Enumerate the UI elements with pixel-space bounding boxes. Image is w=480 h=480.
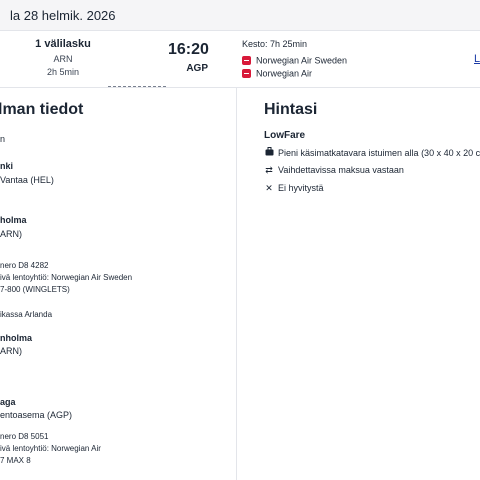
arrival-airport-name: ARN) xyxy=(0,229,22,239)
flight-number: nero D8 4282 xyxy=(0,261,49,270)
departure-airport: Vantaa (HEL) xyxy=(0,175,54,185)
stop-airport: ARN xyxy=(53,54,73,64)
bag-icon xyxy=(264,147,274,158)
section-title: lman tiedot xyxy=(0,101,84,118)
exchange-icon: ⇄ xyxy=(265,165,273,175)
flight-date: la 28 helmik. 2026 xyxy=(10,8,116,23)
layover-location: ikassa Arlanda xyxy=(0,310,53,319)
flight-duration: Kesto: 7h 25min xyxy=(242,39,308,49)
aircraft-type: 7-800 (WINGLETS) xyxy=(0,285,70,294)
airline-name: Norwegian Air Sweden xyxy=(256,55,348,66)
flight-number: nero D8 5051 xyxy=(0,432,49,441)
departure-airport: ARN) xyxy=(0,346,22,356)
departure-city: nholma xyxy=(0,333,33,343)
aircraft-type: 7 MAX 8 xyxy=(0,456,31,465)
arrival-airport-name: entoasema (AGP) xyxy=(0,410,73,420)
arrival-city: holma xyxy=(0,215,27,225)
route-line xyxy=(108,86,166,87)
flight-summary: 1 välilasku ARN 2h 5min 16:20 AGP Kesto:… xyxy=(0,31,480,88)
x-icon: ✕ xyxy=(265,183,273,193)
feature-text: Vaihdettavissa maksua vastaan xyxy=(278,165,404,175)
pricing-title: Hintasi xyxy=(264,101,318,118)
norwegian-logo-icon xyxy=(242,69,251,79)
airline-name: Norwegian Air xyxy=(256,68,313,79)
fare-feature: ⇄ Vaihdettavissa maksua vastaan xyxy=(264,165,404,176)
feature-text: Ei hyvitystä xyxy=(278,183,324,193)
fare-feature: ✕ Ei hyvitystä xyxy=(264,183,324,194)
operating-airline: ivä lentoyhtiö: Norwegian Air xyxy=(0,444,101,453)
arrival-info: 16:20 AGP xyxy=(168,41,209,74)
departure-city: nki xyxy=(0,161,14,171)
details-link[interactable]: L xyxy=(474,53,480,65)
airline-row: Norwegian Air xyxy=(242,68,312,79)
feature-text: Pieni käsimatkatavara istuimen alla (30 … xyxy=(278,148,480,158)
airline-row: Norwegian Air Sweden xyxy=(242,55,347,66)
arrival-time: 16:20 xyxy=(168,41,209,58)
arrival-airport: AGP xyxy=(186,63,208,74)
fare-name: LowFare xyxy=(264,130,306,141)
arrival-city: aga xyxy=(0,397,16,407)
stops-count: 1 välilasku xyxy=(35,38,91,50)
operating-airline: ivä lentoyhtiö: Norwegian Air Sweden xyxy=(0,273,133,282)
fare-feature: Pieni käsimatkatavara istuimen alla (30 … xyxy=(264,147,480,158)
norwegian-logo-icon xyxy=(242,56,251,66)
date-header: la 28 helmik. 2026 xyxy=(0,0,480,31)
layover-duration: 2h 5min xyxy=(46,67,80,77)
detail-text: n xyxy=(0,134,6,144)
pricing-panel: Hintasi LowFare Pieni käsimatkatavara is… xyxy=(237,88,480,480)
stops-info: 1 välilasku ARN 2h 5min xyxy=(27,38,99,77)
flight-details-panel: lman tiedot n nki Vantaa (HEL) holma ARN… xyxy=(0,88,236,480)
